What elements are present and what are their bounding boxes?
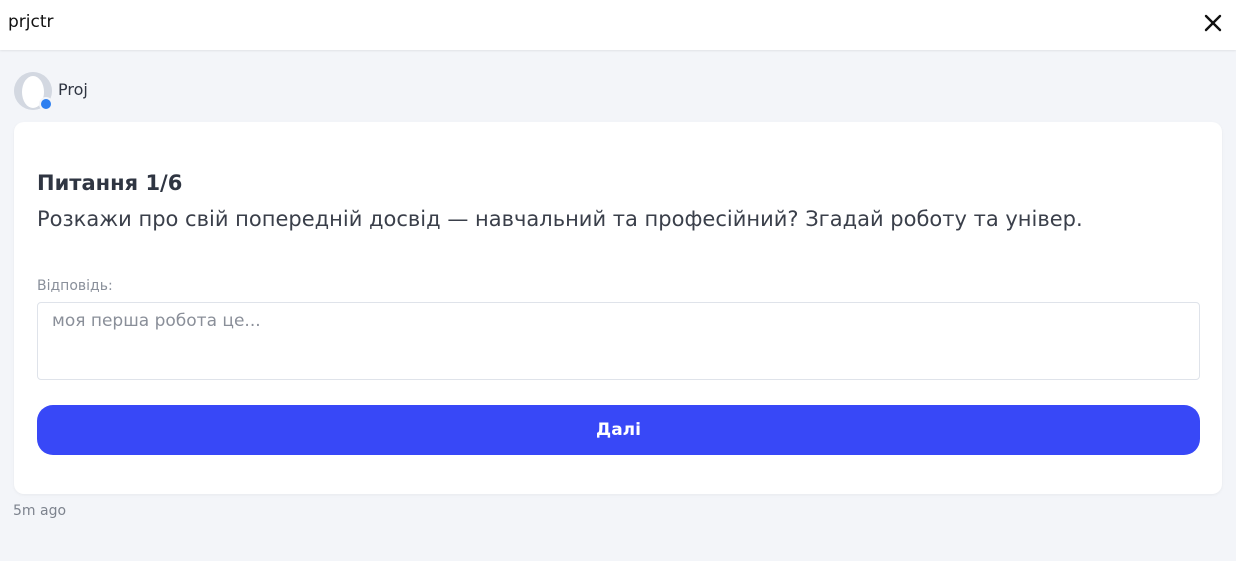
question-text: Розкажи про свій попередній досвід — нав… xyxy=(37,207,1083,231)
online-status-dot xyxy=(39,97,53,111)
answer-input[interactable] xyxy=(37,302,1200,380)
message-timestamp: 5m ago xyxy=(13,503,67,519)
question-card: Питання 1/6 Розкажи про свій попередній … xyxy=(14,122,1222,494)
next-button[interactable]: Далі xyxy=(37,405,1200,455)
app-title: prjctr xyxy=(8,12,54,32)
answer-label: Відповідь: xyxy=(37,278,113,294)
message-sender: Proj xyxy=(14,72,88,111)
avatar xyxy=(14,72,53,111)
question-number: Питання 1/6 xyxy=(37,171,183,195)
sender-name: Proj xyxy=(58,79,88,99)
top-bar: prjctr xyxy=(0,0,1236,50)
close-icon[interactable] xyxy=(1202,12,1224,34)
